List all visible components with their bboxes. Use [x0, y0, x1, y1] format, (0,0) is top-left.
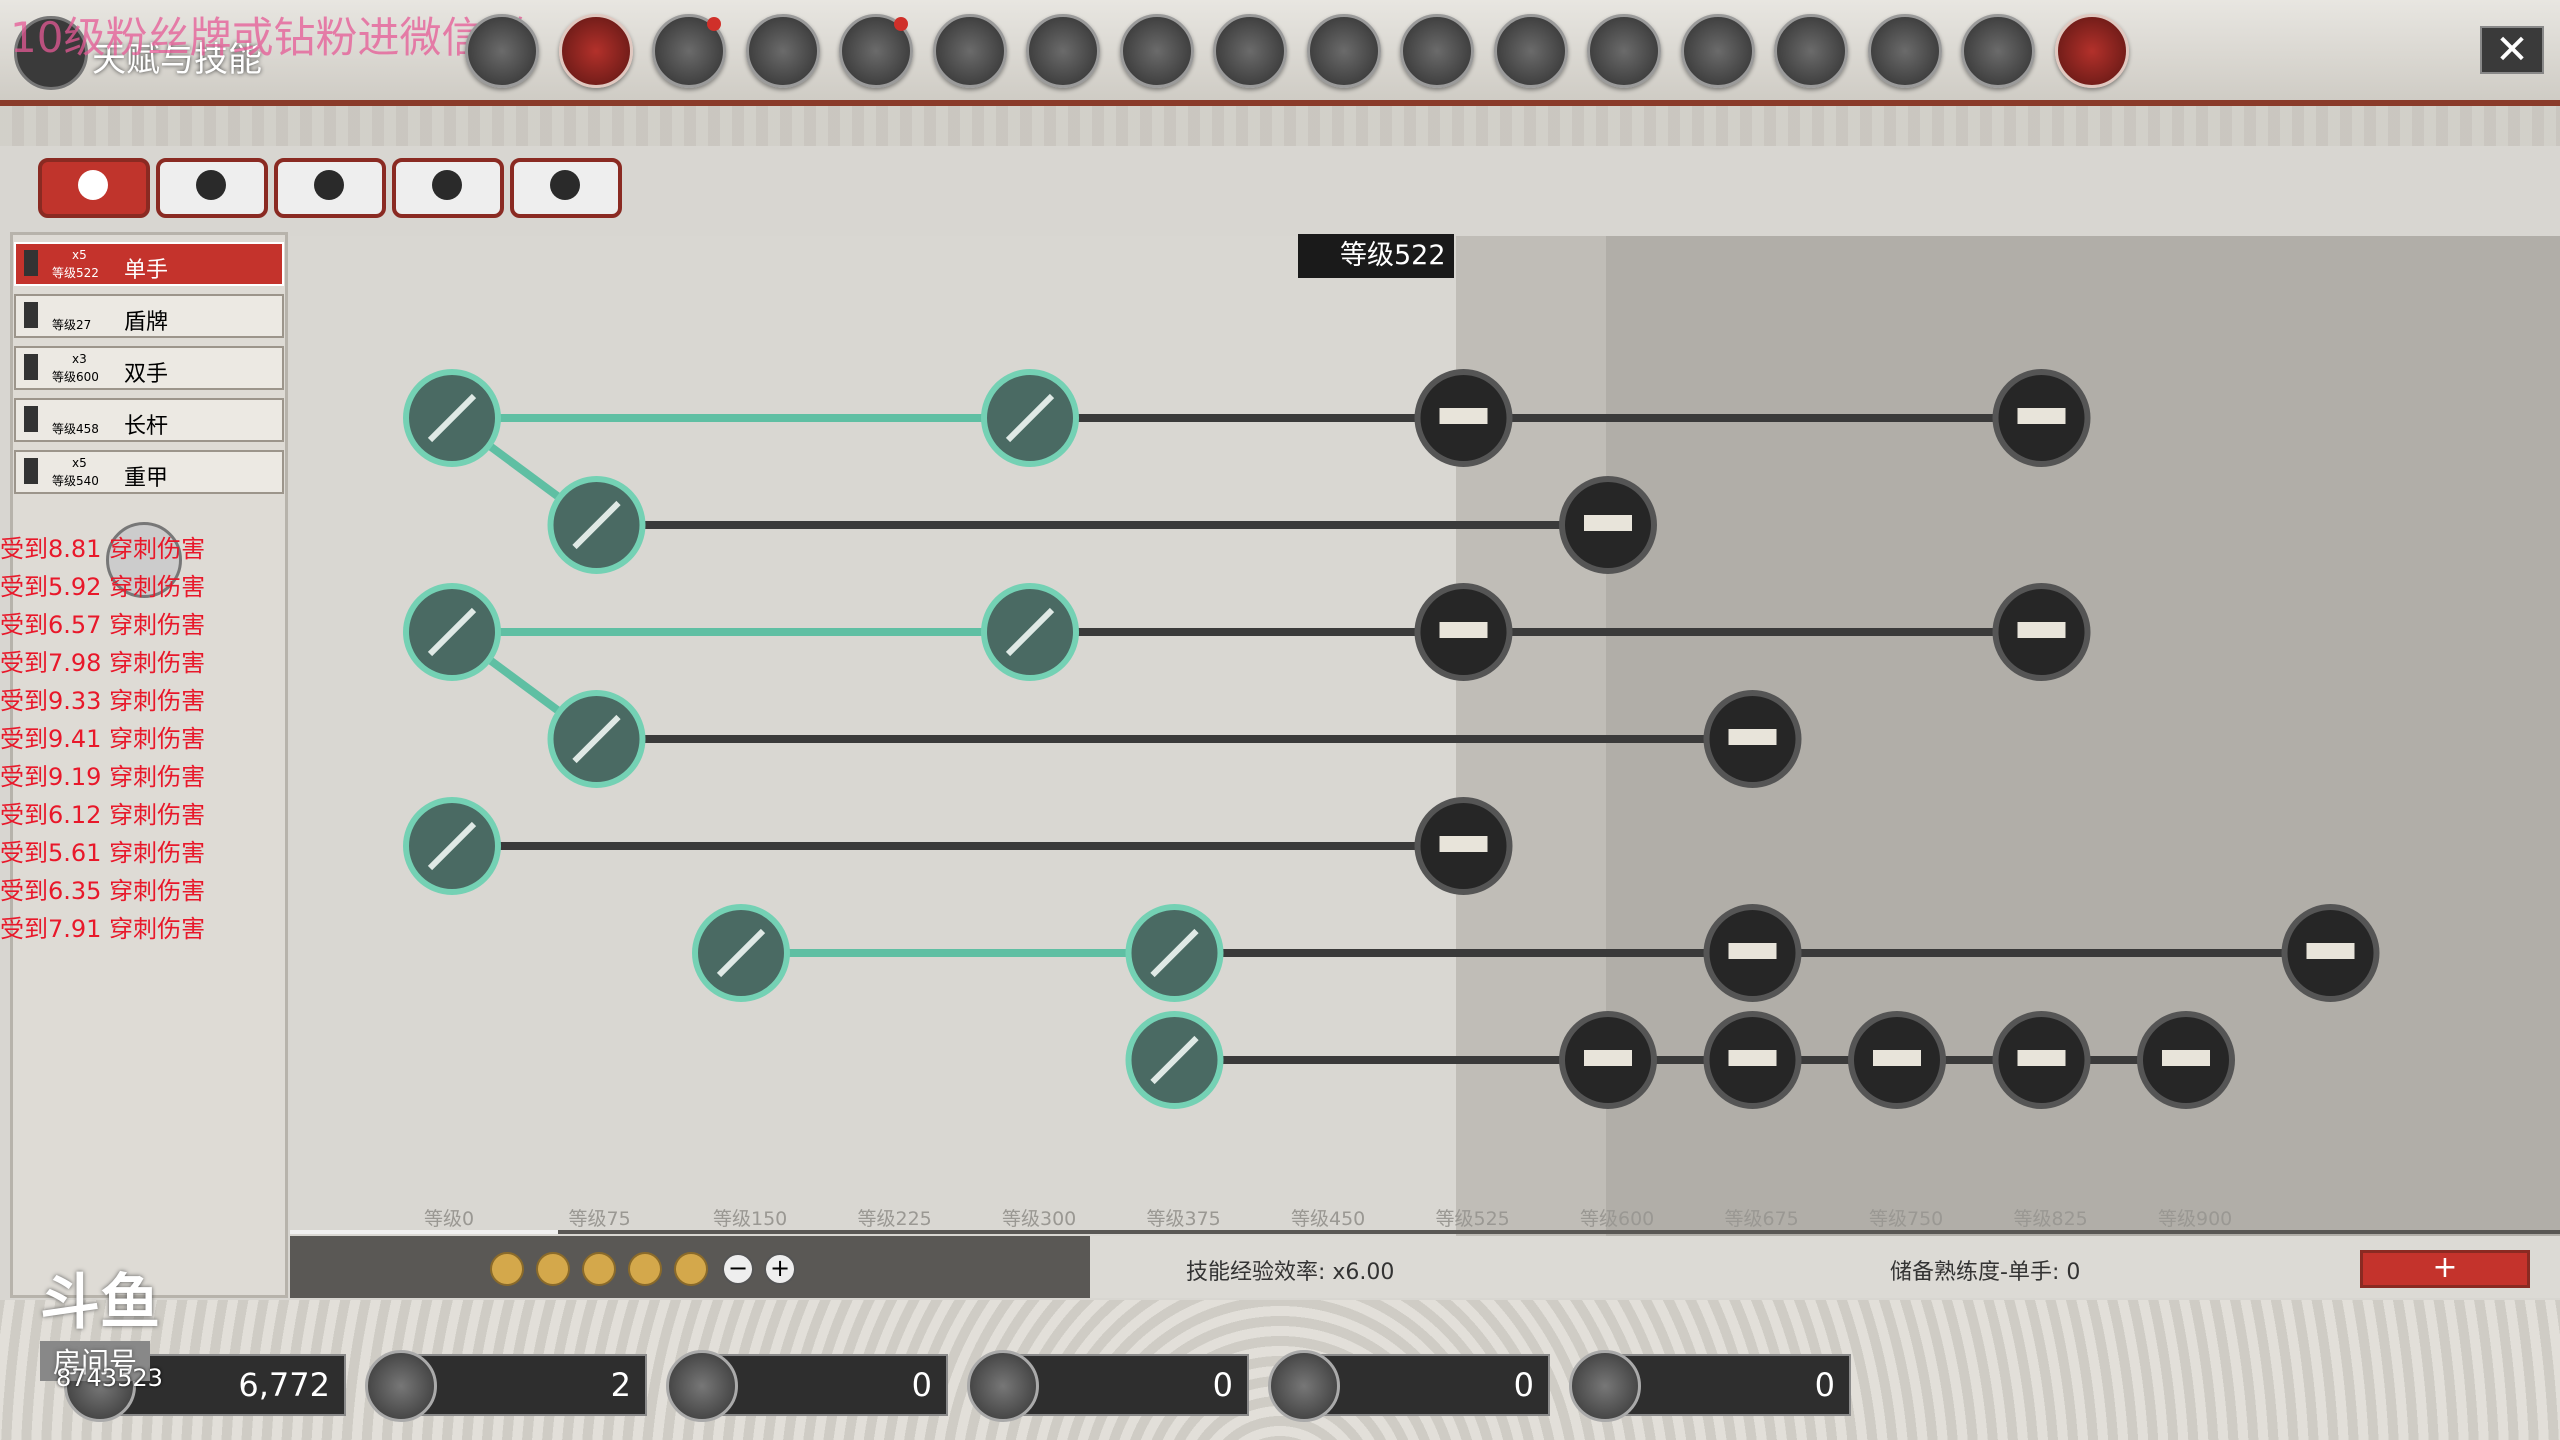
currency-value: 0: [911, 1366, 932, 1404]
lock-icon: [2017, 1050, 2066, 1066]
skill-node-unlocked[interactable]: [981, 583, 1079, 681]
axis-tick-label: 等级225: [857, 1208, 932, 1230]
skill-node-unlocked[interactable]: [403, 369, 501, 467]
lock-icon: [1873, 1050, 1921, 1066]
add-proficiency-button[interactable]: +: [2360, 1250, 2530, 1288]
lock-icon: [1439, 408, 1488, 424]
axis-tick-label: 等级750: [1869, 1208, 1944, 1230]
axis-tick-label: 等级525: [1435, 1208, 1510, 1230]
skill-node-locked[interactable]: [1992, 369, 2091, 467]
douyu-logo: 斗鱼 房间号: [40, 1254, 160, 1381]
currency-value: 0: [1212, 1366, 1233, 1404]
point-coin-icon: [628, 1252, 662, 1286]
axis-tick-label: 等级375: [1146, 1208, 1221, 1230]
gems-icon: [967, 1350, 1039, 1422]
axis-tick-label: 等级75: [568, 1208, 631, 1230]
lock-icon: [2017, 622, 2066, 638]
lock-icon: [1439, 836, 1488, 852]
lock-icon: [1584, 515, 1632, 531]
currency-value: 6,772: [238, 1366, 330, 1404]
skill-node-unlocked[interactable]: [547, 690, 646, 788]
increase-button[interactable]: +: [764, 1253, 796, 1285]
lock-icon: [1728, 729, 1777, 745]
skill-node-unlocked[interactable]: [547, 476, 646, 574]
refresh-icon: [1268, 1350, 1340, 1422]
axis-tick-label: 等级150: [713, 1208, 788, 1230]
axis-tick-label: 等级825: [2013, 1208, 2088, 1230]
point-coin-icon: [490, 1252, 524, 1286]
skill-node-unlocked[interactable]: [692, 904, 790, 1002]
axis-tick-label: 等级300: [1002, 1208, 1077, 1230]
currency-item: 0: [1569, 1350, 1851, 1422]
currency-item: 0: [1268, 1350, 1550, 1422]
skill-node-unlocked[interactable]: [981, 369, 1079, 467]
currency-value: 0: [1814, 1366, 1835, 1404]
decrease-button[interactable]: −: [722, 1253, 754, 1285]
skill-node-unlocked[interactable]: [403, 583, 501, 681]
reserve-proficiency-label: 储备熟练度-单手: 0: [1890, 1260, 2081, 1285]
axis-tick-label: 等级900: [2158, 1208, 2233, 1230]
skill-node-locked[interactable]: [1414, 797, 1513, 895]
skill-node-locked[interactable]: [1992, 583, 2091, 681]
efficiency-label: 技能经验效率: x6.00: [1186, 1260, 1395, 1285]
point-coin-icon: [582, 1252, 616, 1286]
skill-node-locked[interactable]: [1559, 476, 1657, 574]
currency-item: 0: [967, 1350, 1249, 1422]
currency-value: 0: [1513, 1366, 1534, 1404]
skill-node-locked[interactable]: [1703, 1011, 1802, 1109]
skill-node-locked[interactable]: [2137, 1011, 2235, 1109]
skill-node-unlocked[interactable]: [1125, 1011, 1224, 1109]
lock-icon: [2162, 1050, 2210, 1066]
skill-node-locked[interactable]: [1703, 904, 1802, 1002]
hammer-icon: [365, 1350, 437, 1422]
skill-node-locked[interactable]: [1414, 369, 1513, 467]
lock-icon: [1584, 1050, 1632, 1066]
skill-node-locked[interactable]: [1848, 1011, 1946, 1109]
currency-value: 2: [610, 1366, 631, 1404]
point-coin-icon: [536, 1252, 570, 1286]
medal-icon: [666, 1350, 738, 1422]
skill-node-locked[interactable]: [1414, 583, 1513, 681]
lock-icon: [1728, 1050, 1777, 1066]
skill-node-locked[interactable]: [1703, 690, 1802, 788]
currency-item: 2: [365, 1350, 647, 1422]
skill-node-unlocked[interactable]: [403, 797, 501, 895]
axis-tick-label: 等级0: [424, 1208, 475, 1230]
current-level-badge: 等级522: [1298, 234, 1454, 278]
skill-node-locked[interactable]: [1992, 1011, 2091, 1109]
skill-node-locked[interactable]: [2281, 904, 2380, 1002]
skill-node-locked[interactable]: [1559, 1011, 1657, 1109]
room-id: 8743523: [56, 1364, 163, 1392]
currency-item: 0: [666, 1350, 948, 1422]
chest-icon: [1569, 1350, 1641, 1422]
lock-icon: [1439, 622, 1488, 638]
lock-icon: [2306, 943, 2355, 959]
axis-tick-label: 等级450: [1291, 1208, 1366, 1230]
point-coin-icon: [674, 1252, 708, 1286]
skill-node-unlocked[interactable]: [1125, 904, 1224, 1002]
lock-icon: [1728, 943, 1777, 959]
axis-tick-label: 等级675: [1724, 1208, 1799, 1230]
lock-icon: [2017, 408, 2066, 424]
axis-tick-label: 等级600: [1580, 1208, 1655, 1230]
douyu-logo-text: 斗鱼: [40, 1268, 160, 1338]
